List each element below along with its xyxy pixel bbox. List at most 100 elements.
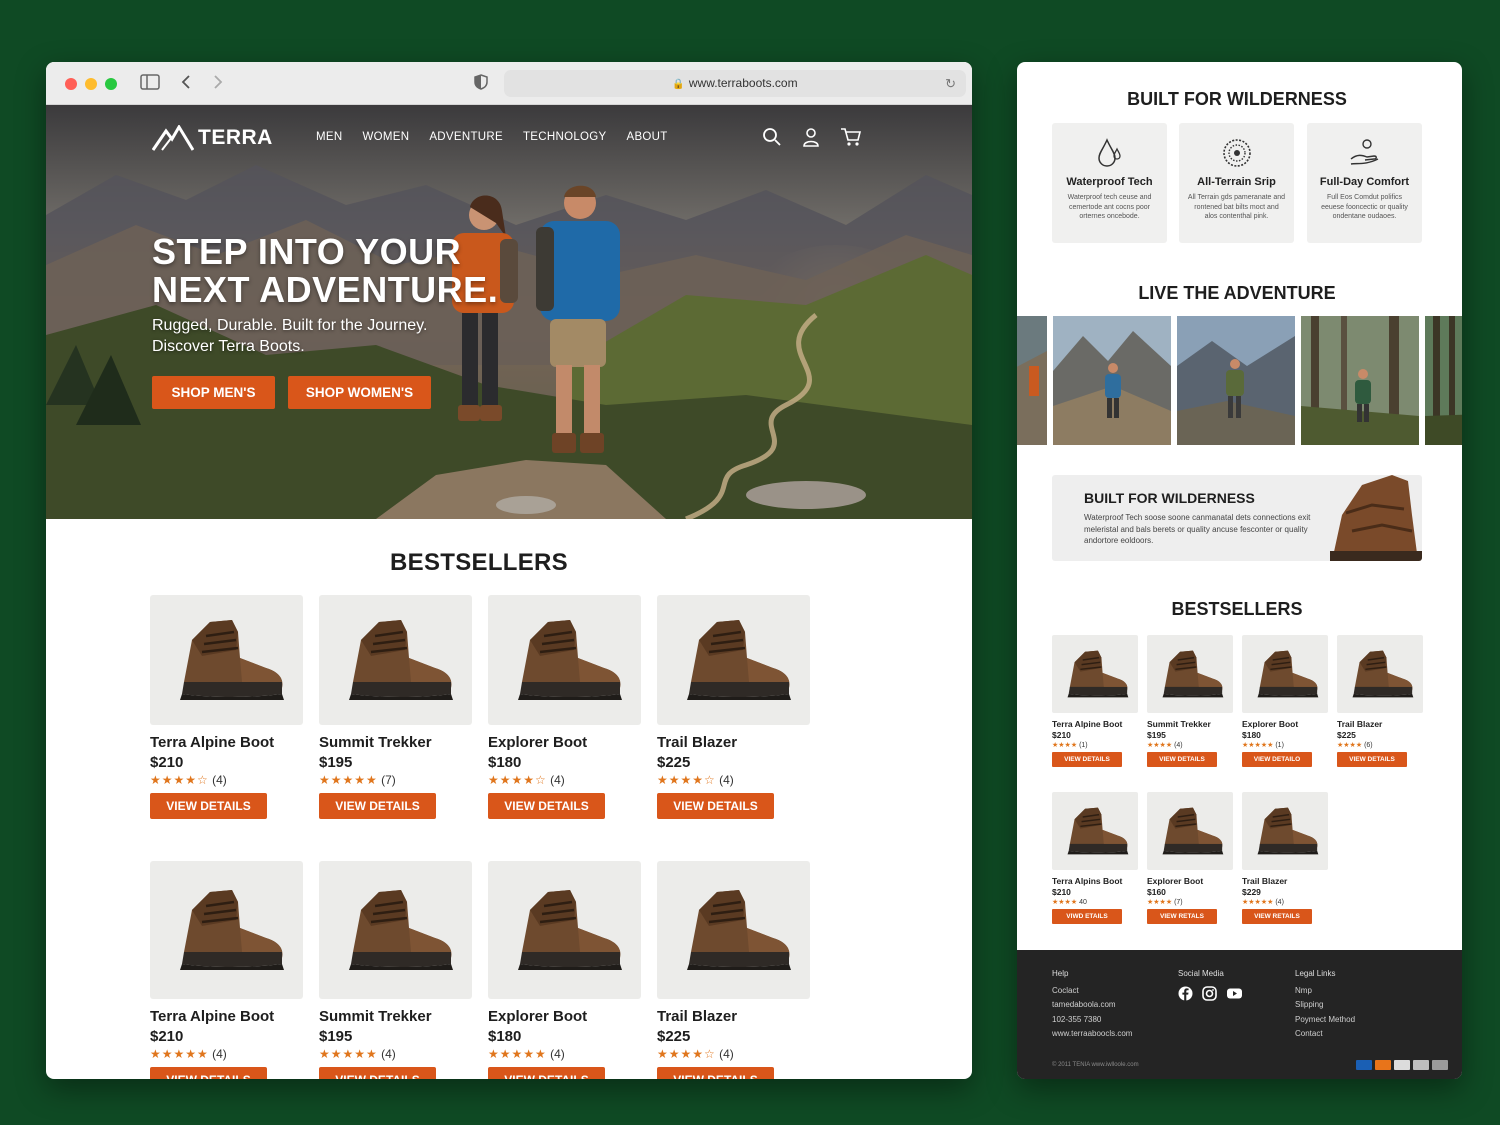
product-card[interactable]: Trail Blazer $225 ★★★★☆ (4) VIEW DETAILS: [657, 595, 810, 819]
adventure-photo[interactable]: [1301, 316, 1419, 445]
sidebar-toggle-icon[interactable]: [140, 74, 160, 95]
view-details-button[interactable]: VIEW DETAILS: [150, 793, 267, 819]
wilderness-banner[interactable]: BUILT FOR WILDERNESS Waterproof Tech soo…: [1052, 475, 1422, 561]
product-card[interactable]: Terra Alpins Boot $210 ★★★★ 40 VIWD ETAI…: [1052, 792, 1138, 924]
product-image[interactable]: [488, 861, 641, 999]
view-details-button[interactable]: VIEW DETAILS: [319, 793, 436, 819]
view-details-button[interactable]: VIEW DETAILS: [1337, 752, 1407, 767]
product-card[interactable]: Terra Alpine Boot $210 ★★★★ (1) VIEW DET…: [1052, 635, 1138, 767]
footer-link[interactable]: Poymect Method: [1295, 1013, 1355, 1028]
product-name[interactable]: Trail Blazer: [657, 1008, 810, 1025]
forward-arrow-icon[interactable]: [212, 74, 224, 95]
product-image[interactable]: [150, 861, 303, 999]
terra-logo[interactable]: TERRA: [152, 125, 273, 151]
nav-item-about[interactable]: ABOUT: [626, 131, 667, 143]
footer-link[interactable]: Nmp: [1295, 984, 1355, 999]
footer-website[interactable]: www.terraaboocls.com: [1052, 1027, 1132, 1042]
view-details-button[interactable]: VIWD ETAILS: [1052, 909, 1122, 924]
close-window-button[interactable]: [65, 78, 77, 90]
view-details-button[interactable]: VIEW RETALS: [1147, 909, 1217, 924]
product-card[interactable]: Trail Blazer $225 ★★★★ (6) VIEW DETAILS: [1337, 635, 1423, 767]
product-name[interactable]: Trail Blazer: [1337, 719, 1423, 729]
instagram-icon[interactable]: [1202, 985, 1217, 1001]
search-icon[interactable]: [762, 127, 782, 147]
product-image[interactable]: [1052, 635, 1138, 713]
view-details-button[interactable]: VIEW DETAILS: [657, 793, 774, 819]
product-card[interactable]: Terra Alpine Boot $210 ★★★★★ (4) VIEW DE…: [150, 861, 303, 1079]
product-card[interactable]: Trail Blazer $229 ★★★★★ (4) VIEW RETAILS: [1242, 792, 1328, 924]
address-bar[interactable]: 🔒 www.terraboots.com ↻: [504, 70, 966, 97]
adventure-photo[interactable]: [1177, 316, 1295, 445]
nav-item-men[interactable]: MEN: [316, 131, 342, 143]
product-image[interactable]: [1147, 792, 1233, 870]
product-name[interactable]: Explorer Boot: [488, 1008, 641, 1025]
product-image[interactable]: [488, 595, 641, 725]
product-image[interactable]: [319, 595, 472, 725]
star-rating-icon: ★★★★★: [1242, 742, 1274, 749]
product-image[interactable]: [657, 861, 810, 999]
product-name[interactable]: Terra Alpine Boot: [150, 734, 303, 751]
product-name[interactable]: Summit Trekker: [1147, 719, 1233, 729]
shop-womens-button[interactable]: SHOP WOMEN'S: [288, 376, 431, 409]
footer-link[interactable]: Contact: [1295, 1027, 1355, 1042]
adventure-photo[interactable]: [1425, 316, 1462, 445]
product-name[interactable]: Summit Trekker: [319, 734, 472, 751]
product-name[interactable]: Terra Alpins Boot: [1052, 876, 1138, 886]
product-card[interactable]: Explorer Boot $180 ★★★★★ (4) VIEW DETAIL…: [488, 861, 641, 1079]
product-name[interactable]: Explorer Boot: [1147, 876, 1233, 886]
product-image[interactable]: [1242, 792, 1328, 870]
view-details-button[interactable]: VIEW DETAILS: [150, 1067, 267, 1079]
nav-item-technology[interactable]: TECHNOLOGY: [523, 131, 607, 143]
cart-icon[interactable]: [840, 127, 862, 147]
product-card[interactable]: Trail Blazer $225 ★★★★☆ (4) VIEW DETAILS: [657, 861, 810, 1079]
footer-email[interactable]: tamedaboola.com: [1052, 998, 1132, 1013]
product-image[interactable]: [319, 861, 472, 999]
hero-title: STEP INTO YOUR NEXT ADVENTURE.: [152, 231, 499, 310]
product-image[interactable]: [1147, 635, 1233, 713]
view-details-button[interactable]: VIEW DETAILS: [319, 1067, 436, 1079]
product-card[interactable]: Summit Trekker $195 ★★★★★ (7) VIEW DETAI…: [319, 595, 472, 819]
facebook-icon[interactable]: [1178, 986, 1193, 1001]
product-name[interactable]: Terra Alpine Boot: [150, 1008, 303, 1025]
product-image[interactable]: [1242, 635, 1328, 713]
reload-icon[interactable]: ↻: [945, 70, 956, 97]
back-arrow-icon[interactable]: [180, 74, 192, 95]
nav-item-women[interactable]: WOMEN: [362, 131, 409, 143]
view-details-button[interactable]: VIEW DETAILO: [1242, 752, 1312, 767]
product-card[interactable]: Explorer Boot $160 ★★★★ (7) VIEW RETALS: [1147, 792, 1233, 924]
shop-mens-button[interactable]: SHOP MEN'S: [152, 376, 275, 409]
product-image[interactable]: [1052, 792, 1138, 870]
view-details-button[interactable]: VIEW DETAILS: [488, 793, 605, 819]
account-icon[interactable]: [802, 127, 820, 147]
product-name[interactable]: Trail Blazer: [657, 734, 810, 751]
footer-link[interactable]: Coclact: [1052, 984, 1132, 999]
view-details-button[interactable]: VIEW DETAILS: [1147, 752, 1217, 767]
product-name[interactable]: Terra Alpine Boot: [1052, 719, 1138, 729]
product-card[interactable]: Explorer Boot $180 ★★★★☆ (4) VIEW DETAIL…: [488, 595, 641, 819]
maximize-window-button[interactable]: [105, 78, 117, 90]
product-image[interactable]: [657, 595, 810, 725]
product-image[interactable]: [1337, 635, 1423, 713]
minimize-window-button[interactable]: [85, 78, 97, 90]
view-details-button[interactable]: VIEW RETAILS: [1242, 909, 1312, 924]
product-image[interactable]: [150, 595, 303, 725]
product-card[interactable]: Summit Trekker $195 ★★★★★ (4) VIEW DETAI…: [319, 861, 472, 1079]
view-details-button[interactable]: VIEW DETAILS: [1052, 752, 1122, 767]
product-card[interactable]: Terra Alpine Boot $210 ★★★★☆ (4) VIEW DE…: [150, 595, 303, 819]
product-card[interactable]: Explorer Boot $180 ★★★★★ (1) VIEW DETAIL…: [1242, 635, 1328, 767]
product-name[interactable]: Explorer Boot: [488, 734, 641, 751]
footer-link[interactable]: Slipping: [1295, 998, 1355, 1013]
review-count: (1): [1275, 742, 1284, 749]
adventure-photo[interactable]: [1017, 316, 1047, 445]
adventure-photo[interactable]: [1053, 316, 1171, 445]
product-name[interactable]: Summit Trekker: [319, 1008, 472, 1025]
youtube-icon[interactable]: [1226, 986, 1243, 1001]
shield-icon[interactable]: [474, 74, 488, 95]
product-card[interactable]: Summit Trekker $195 ★★★★ (4) VIEW DETAIL…: [1147, 635, 1233, 767]
nav-item-adventure[interactable]: ADVENTURE: [429, 131, 503, 143]
product-name[interactable]: Explorer Boot: [1242, 719, 1328, 729]
product-price: $210: [1052, 887, 1071, 897]
view-details-button[interactable]: VIEW DETAILS: [488, 1067, 605, 1079]
product-name[interactable]: Trail Blazer: [1242, 876, 1328, 886]
view-details-button[interactable]: VIEW DETAILS: [657, 1067, 774, 1079]
